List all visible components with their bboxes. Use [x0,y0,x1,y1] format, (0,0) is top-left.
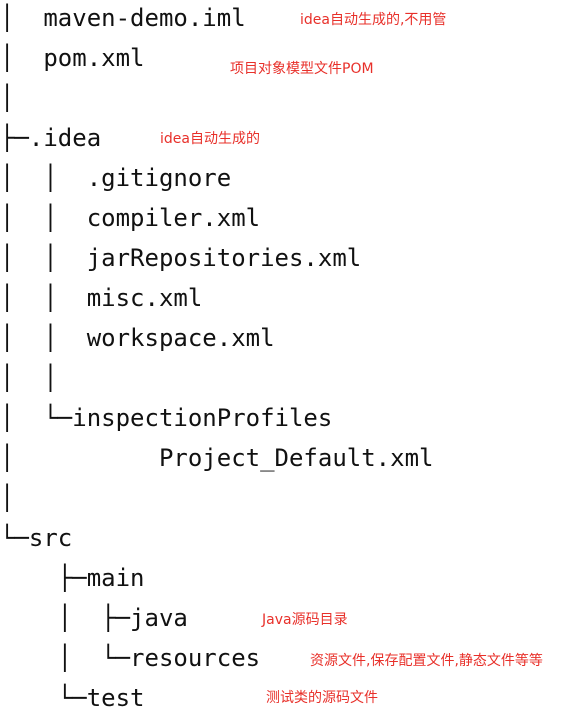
annotation-idea: idea自动生成的 [160,131,260,147]
tree-line-gitignore: │ │ .gitignore [0,164,232,192]
tree-line-main-folder: ├─main [0,564,145,592]
tree-line-src-folder: └─src [0,524,73,552]
annotation-pom: 项目对象模型文件POM [230,61,374,77]
tree-line-jarrepositories-xml: │ │ jarRepositories.xml [0,244,362,272]
tree-line-project-default-xml: │ Project_Default.xml [0,444,434,472]
tree-line-pom-xml: │ pom.xml [0,44,145,72]
tree-line-maven-demo-iml: │ maven-demo.iml [0,4,246,32]
tree-line-spacer: │ [0,484,15,512]
tree-line-test-folder: └─test [0,684,145,712]
annotation-iml: idea自动生成的,不用管 [300,12,447,28]
tree-line-java-folder: │ ├─java [0,604,188,632]
directory-tree: │ maven-demo.iml │ pom.xml │ ├─.idea │ │… [0,0,575,712]
tree-line-inspectionprofiles: │ └─inspectionProfiles [0,404,333,432]
annotation-resources: 资源文件,保存配置文件,静态文件等等 [310,653,543,669]
tree-line-idea-folder: ├─.idea [0,124,102,152]
annotation-test: 测试类的源码文件 [266,690,378,706]
tree-line-misc-xml: │ │ misc.xml [0,284,203,312]
annotation-java: Java源码目录 [262,612,348,628]
tree-line-compiler-xml: │ │ compiler.xml [0,204,261,232]
tree-line-spacer: │ │ [0,364,58,392]
tree-line-workspace-xml: │ │ workspace.xml [0,324,275,352]
tree-line-resources-folder: │ └─resources [0,644,261,672]
tree-line-spacer: │ [0,84,15,112]
